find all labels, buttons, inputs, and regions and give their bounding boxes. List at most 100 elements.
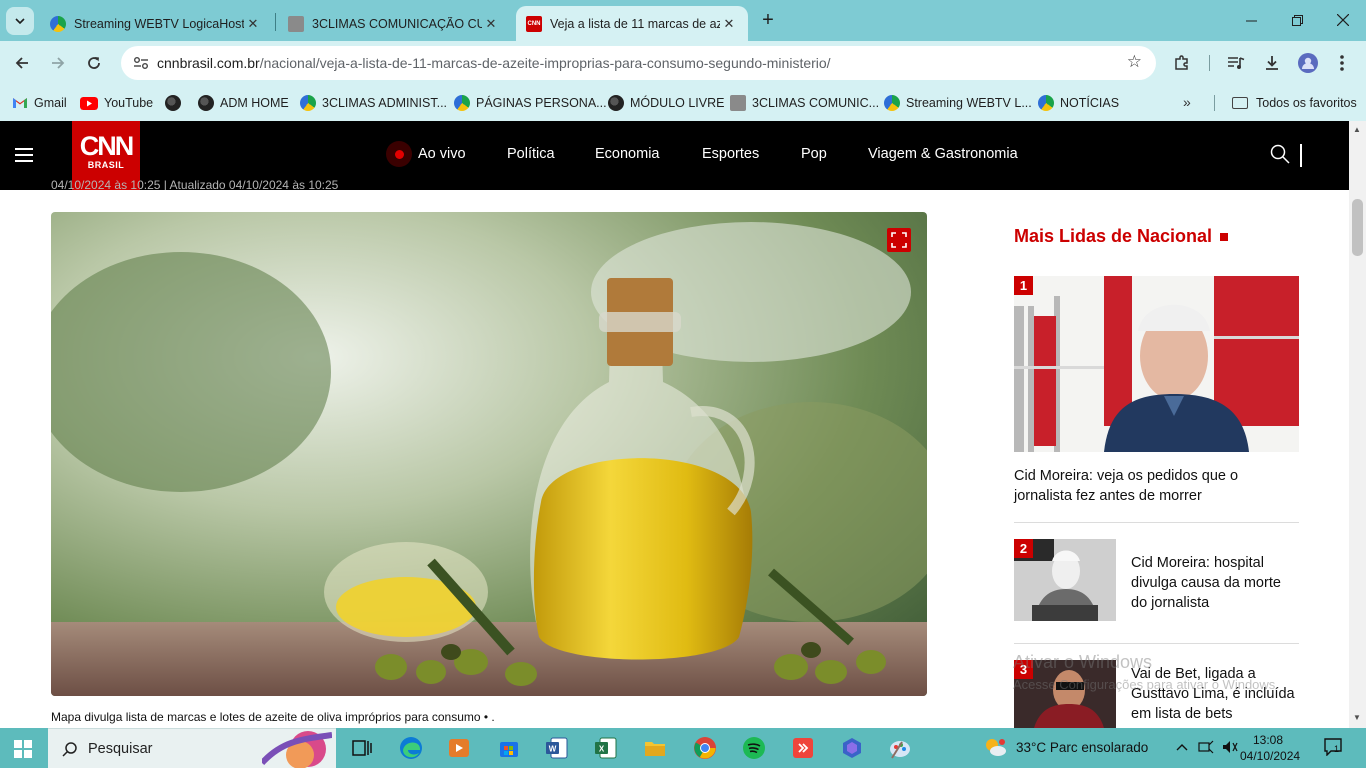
bookmark-globe[interactable] bbox=[165, 92, 187, 114]
wave-icon bbox=[454, 95, 470, 111]
close-icon[interactable]: ✕ bbox=[720, 16, 738, 32]
edge-icon[interactable] bbox=[399, 736, 423, 760]
restore-button[interactable] bbox=[1274, 0, 1320, 40]
bookmarks-bar: Gmail YouTube ADM HOME 3CLIMAS ADMINIST.… bbox=[0, 85, 1366, 121]
rank-badge: 2 bbox=[1014, 539, 1033, 558]
paint-icon[interactable] bbox=[888, 736, 912, 760]
taskbar-search[interactable]: Pesquisar bbox=[48, 728, 336, 768]
scroll-up-icon[interactable]: ▲ bbox=[1353, 125, 1361, 134]
weather-sun-cloud-icon[interactable] bbox=[984, 737, 1006, 757]
story-divider bbox=[1014, 522, 1299, 523]
nav-esportes[interactable]: Esportes bbox=[702, 146, 759, 162]
close-window-button[interactable] bbox=[1320, 0, 1366, 40]
extensions-button[interactable] bbox=[1168, 49, 1196, 77]
url-text[interactable]: cnnbrasil.com.br/nacional/veja-a-lista-d… bbox=[157, 55, 831, 71]
close-icon[interactable]: ✕ bbox=[244, 16, 262, 32]
copilot-icon[interactable] bbox=[840, 736, 864, 760]
bookmark-streaming[interactable]: Streaming WEBTV L... bbox=[884, 92, 1032, 114]
hamburger-menu-icon[interactable] bbox=[15, 148, 33, 166]
story-1-headline[interactable]: Cid Moreira: veja os pedidos que o jorna… bbox=[1014, 466, 1294, 506]
tab-cnn-active[interactable]: CNN Veja a lista de 11 marcas de aze ✕ bbox=[516, 6, 748, 41]
story-3-headline[interactable]: Vai de Bet, ligada a Gusttavo Lima, é in… bbox=[1131, 664, 1301, 724]
folder-icon bbox=[1232, 97, 1248, 109]
tab-3climas[interactable]: 3CLIMAS COMUNICAÇÃO CULT ✕ bbox=[278, 6, 510, 41]
chevron-up-icon[interactable] bbox=[1176, 740, 1188, 755]
nav-ao-vivo[interactable]: Ao vivo bbox=[418, 146, 466, 162]
browser-toolbar: cnnbrasil.com.br/nacional/veja-a-lista-d… bbox=[0, 41, 1366, 85]
fullscreen-button[interactable] bbox=[887, 228, 911, 252]
globe-icon bbox=[608, 95, 624, 111]
menu-button[interactable] bbox=[1328, 49, 1356, 77]
forward-button[interactable] bbox=[44, 49, 72, 77]
svg-text:W: W bbox=[549, 745, 557, 754]
tab-streaming[interactable]: Streaming WEBTV LogicaHost - ✕ bbox=[40, 6, 272, 41]
minimize-button[interactable] bbox=[1228, 0, 1274, 40]
bookmark-noticias[interactable]: NOTÍCIAS bbox=[1038, 92, 1119, 114]
site-info-icon[interactable] bbox=[129, 51, 153, 75]
tab-title: Veja a lista de 11 marcas de aze bbox=[550, 16, 720, 31]
arrow-left-icon bbox=[15, 57, 28, 69]
address-bar[interactable]: cnnbrasil.com.br/nacional/veja-a-lista-d… bbox=[121, 46, 1156, 80]
bookmark-modulo-livre[interactable]: MÓDULO LIVRE bbox=[608, 92, 724, 114]
gmail-icon bbox=[13, 98, 27, 108]
file-explorer-icon[interactable] bbox=[643, 736, 667, 760]
logo-text: CNN bbox=[79, 131, 135, 161]
live-indicator-icon bbox=[386, 141, 412, 167]
network-icon[interactable] bbox=[1198, 740, 1214, 757]
download-button[interactable] bbox=[1258, 49, 1286, 77]
bookmark-label: MÓDULO LIVRE bbox=[630, 96, 725, 110]
olive-oil-photo bbox=[51, 212, 927, 696]
tab-search-button[interactable] bbox=[6, 7, 34, 35]
bookmark-gmail[interactable]: Gmail bbox=[12, 92, 67, 114]
taskbar-clock[interactable]: 13:08 04/10/2024 bbox=[1240, 732, 1300, 764]
bookmark-youtube[interactable]: YouTube bbox=[80, 92, 153, 114]
bookmark-label: NOTÍCIAS bbox=[1060, 96, 1120, 110]
page-scrollbar[interactable]: ▲ ▼ bbox=[1349, 121, 1366, 728]
anydesk-icon[interactable] bbox=[791, 736, 815, 760]
puzzle-icon bbox=[1175, 55, 1188, 70]
article-hero-image[interactable] bbox=[51, 212, 927, 696]
excel-icon[interactable]: X bbox=[594, 736, 618, 760]
media-control-button[interactable] bbox=[1222, 49, 1250, 77]
nav-pop[interactable]: Pop bbox=[801, 146, 827, 162]
windows-start-icon[interactable] bbox=[14, 740, 32, 758]
reload-button[interactable] bbox=[80, 49, 108, 77]
nav-viagem-gastronomia[interactable]: Viagem & Gastronomia bbox=[868, 146, 1018, 162]
nav-politica[interactable]: Política bbox=[507, 146, 555, 162]
nav-economia[interactable]: Economia bbox=[595, 146, 659, 162]
store-icon[interactable] bbox=[497, 736, 521, 760]
bookmark-paginas[interactable]: PÁGINAS PERSONA... bbox=[454, 92, 607, 114]
scroll-thumb[interactable] bbox=[1352, 199, 1363, 256]
scroll-down-icon[interactable]: ▼ bbox=[1353, 713, 1361, 722]
weather-text[interactable]: 33°C Parc ensolarado bbox=[1016, 740, 1148, 755]
bookmark-adm-home[interactable]: ADM HOME bbox=[198, 92, 289, 114]
volume-icon[interactable] bbox=[1222, 740, 1238, 757]
search-icon[interactable] bbox=[1270, 144, 1290, 164]
profile-button[interactable] bbox=[1294, 49, 1322, 77]
reload-icon bbox=[88, 57, 100, 69]
spotify-icon[interactable] bbox=[742, 736, 766, 760]
story-2-headline[interactable]: Cid Moreira: hospital divulga causa da m… bbox=[1131, 553, 1301, 613]
word-icon[interactable]: W bbox=[545, 736, 569, 760]
close-icon[interactable]: ✕ bbox=[482, 16, 500, 32]
bookmark-3climas-admin[interactable]: 3CLIMAS ADMINIST... bbox=[300, 92, 447, 114]
all-bookmarks-folder[interactable]: Todos os favoritos bbox=[1232, 92, 1357, 114]
back-button[interactable] bbox=[8, 49, 36, 77]
notification-count: 1 bbox=[1334, 744, 1340, 754]
all-bookmarks-label: Todos os favoritos bbox=[1256, 96, 1357, 110]
notifications-button[interactable]: 1 bbox=[1324, 738, 1344, 757]
globe-icon bbox=[198, 95, 214, 111]
story-1-image[interactable] bbox=[1014, 276, 1299, 452]
clock-time: 13:08 bbox=[1252, 733, 1284, 747]
bookmark-3climas-comunic[interactable]: 3CLIMAS COMUNIC... bbox=[730, 92, 879, 114]
bookmark-star-icon[interactable]: ☆ bbox=[1127, 52, 1142, 72]
bookmark-label: ADM HOME bbox=[220, 96, 289, 110]
chevron-right-icon[interactable]: » bbox=[1183, 94, 1191, 110]
task-view-icon[interactable] bbox=[350, 736, 374, 760]
bookmark-label: Streaming WEBTV L... bbox=[906, 96, 1032, 110]
new-tab-button[interactable]: + bbox=[756, 9, 780, 33]
media-player-icon[interactable] bbox=[447, 736, 471, 760]
rank-badge: 1 bbox=[1014, 276, 1033, 295]
chrome-icon[interactable] bbox=[693, 736, 717, 760]
bookmark-separator bbox=[1214, 95, 1215, 111]
